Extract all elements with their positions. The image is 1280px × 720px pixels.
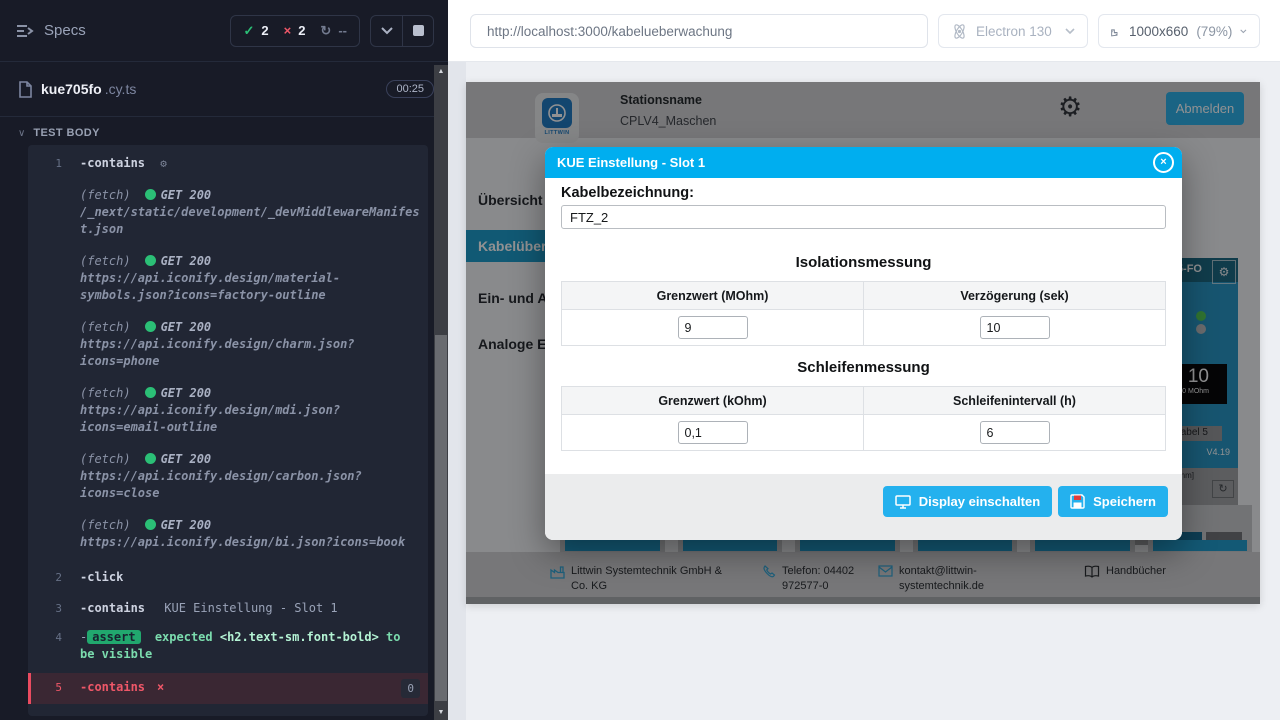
status-dot-icon xyxy=(145,255,156,266)
command-row-assert[interactable]: 4 -assert expected <h2.text-sm.font-bold… xyxy=(28,627,428,665)
pass-check-icon: ✓ xyxy=(243,23,254,39)
assert-badge: assert xyxy=(87,630,140,644)
pending-refresh-icon: ↻ xyxy=(320,23,331,39)
fetch-log-row[interactable]: (fetch)GET 200 https://api.iconify.desig… xyxy=(28,306,428,372)
contains-message: KUE Einstellung - Slot 1 xyxy=(164,601,337,615)
retry-count-badge: 0 xyxy=(401,679,420,698)
cable-designation-input[interactable] xyxy=(561,205,1166,229)
spec-file-icon xyxy=(18,81,32,98)
collapse-reporter-button[interactable] xyxy=(371,16,402,46)
modal-footer: Display einschalten Speichern xyxy=(545,474,1182,540)
spec-extension: .cy.ts xyxy=(105,81,137,97)
status-dot-icon xyxy=(145,189,156,200)
browser-toolbar: Electron 130 1000x660 (79%) xyxy=(448,0,1280,62)
viewport-size: 1000x660 xyxy=(1129,24,1188,39)
viewport-size-select[interactable]: 1000x660 (79%) xyxy=(1098,14,1260,48)
fetch-log-row[interactable]: (fetch)GET 200 https://api.iconify.desig… xyxy=(28,372,428,438)
test-stats: ✓ 2 × 2 ↻ -- xyxy=(230,15,360,47)
runner-controls xyxy=(370,15,434,47)
save-button[interactable]: Speichern xyxy=(1058,486,1168,517)
status-dot-icon xyxy=(145,321,156,332)
fail-cross-icon: × xyxy=(284,23,292,38)
status-dot-icon xyxy=(145,519,156,530)
failed-count: × 2 xyxy=(284,23,306,38)
fetch-log-row[interactable]: (fetch)GET 200 https://api.iconify.desig… xyxy=(28,438,428,504)
passed-count: ✓ 2 xyxy=(243,23,268,39)
scrollbar-thumb[interactable] xyxy=(435,335,447,701)
display-on-button[interactable]: Display einschalten xyxy=(883,486,1052,517)
screen: Specs ✓ 2 × 2 ↻ -- xyxy=(0,0,1280,720)
browser-select[interactable]: Electron 130 xyxy=(938,14,1088,48)
chevron-down-icon xyxy=(1240,28,1247,35)
kue-settings-modal: KUE Einstellung - Slot 1 × Kabelbezeichn… xyxy=(545,147,1182,540)
modal-title: KUE Einstellung - Slot 1 xyxy=(545,147,1182,178)
command-row-contains-failed[interactable]: 5 -contains × 0 xyxy=(28,673,428,704)
app-viewport: LITTWIN Stationsname CPLV4_Maschen ⚙ Abm… xyxy=(466,82,1260,604)
test-body-section-toggle[interactable]: ∨ TEST BODY xyxy=(0,117,448,145)
fetch-url: https://api.iconify.design/carbon.json?i… xyxy=(80,468,420,502)
specs-list-icon xyxy=(16,23,35,39)
loop-table: Grenzwert (kOhm) Schleifenintervall (h) xyxy=(561,386,1166,451)
section-chevron-icon: ∨ xyxy=(18,128,25,139)
modal-body: Kabelbezeichnung: Isolationsmessung Gren… xyxy=(545,178,1182,451)
reporter-scrollbar[interactable]: ▲ ▼ xyxy=(434,65,448,720)
fetch-url: https://api.iconify.design/mdi.json?icon… xyxy=(80,402,420,436)
electron-icon xyxy=(951,23,968,40)
specs-menu-button[interactable]: Specs xyxy=(16,22,86,39)
command-log: 1 -contains ⚙ (fetch)GET 200 /_next/stat… xyxy=(28,145,428,716)
panel-resizer[interactable] xyxy=(448,62,466,720)
loop-section-heading: Schleifenmessung xyxy=(561,359,1166,376)
loop-interval-input[interactable] xyxy=(980,421,1050,444)
isolation-section-heading: Isolationsmessung xyxy=(561,254,1166,271)
pending-count: ↻ -- xyxy=(320,23,347,39)
save-floppy-icon xyxy=(1070,494,1085,509)
fetch-log-row[interactable]: (fetch)GET 200 https://api.iconify.desig… xyxy=(28,504,428,553)
iso-limit-header: Grenzwert (MOhm) xyxy=(562,282,864,310)
iso-limit-input[interactable] xyxy=(678,316,748,339)
cypress-reporter: Specs ✓ 2 × 2 ↻ -- xyxy=(0,0,448,720)
loop-limit-header: Grenzwert (kOhm) xyxy=(562,387,864,415)
fetch-url: https://api.iconify.design/charm.json?ic… xyxy=(80,336,420,370)
spec-file-row[interactable]: kue705fo .cy.ts 00:25 xyxy=(0,62,448,117)
fail-x-icon: × xyxy=(157,679,164,698)
stop-tests-button[interactable] xyxy=(402,16,433,46)
specs-label: Specs xyxy=(44,22,86,39)
command-row-contains-3[interactable]: 3 -contains KUE Einstellung - Slot 1 xyxy=(28,598,428,619)
monitor-icon xyxy=(895,495,911,509)
viewport-zoom: (79%) xyxy=(1196,24,1232,39)
loop-interval-header: Schleifenintervall (h) xyxy=(864,387,1166,415)
fetch-url: https://api.iconify.design/material-symb… xyxy=(80,270,420,304)
url-input[interactable] xyxy=(470,14,928,48)
fetch-log-row[interactable]: (fetch)GET 200 /_next/static/development… xyxy=(28,174,428,240)
chevron-down-icon xyxy=(1065,28,1075,35)
spec-name: kue705fo xyxy=(41,81,102,97)
reporter-header: Specs ✓ 2 × 2 ↻ -- xyxy=(0,0,448,62)
loop-limit-input[interactable] xyxy=(678,421,748,444)
scroll-up-icon[interactable]: ▲ xyxy=(434,65,448,79)
spec-duration-badge: 00:25 xyxy=(386,80,434,98)
command-row-click[interactable]: 2 -click xyxy=(28,567,428,588)
scroll-down-icon[interactable]: ▼ xyxy=(434,706,448,720)
ruler-icon xyxy=(1111,24,1121,39)
close-icon[interactable]: × xyxy=(1153,152,1174,173)
status-dot-icon xyxy=(145,453,156,464)
iso-delay-input[interactable] xyxy=(980,316,1050,339)
browser-name: Electron 130 xyxy=(976,24,1052,39)
assert-selector: <h2.text-sm.font-bold> xyxy=(220,630,379,644)
fetch-url: /_next/static/development/_devMiddleware… xyxy=(80,204,420,238)
fetch-url: https://api.iconify.design/bi.json?icons… xyxy=(80,534,420,551)
chevron-down-icon xyxy=(381,27,393,35)
modal-header: KUE Einstellung - Slot 1 × xyxy=(545,147,1182,178)
status-dot-icon xyxy=(145,387,156,398)
stop-icon xyxy=(413,25,424,36)
command-gear-icon: ⚙ xyxy=(160,157,167,170)
cable-designation-label: Kabelbezeichnung: xyxy=(561,185,1166,201)
isolation-table: Grenzwert (MOhm) Verzögerung (sek) xyxy=(561,281,1166,346)
iso-delay-header: Verzögerung (sek) xyxy=(864,282,1166,310)
fetch-log-row[interactable]: (fetch)GET 200 https://api.iconify.desig… xyxy=(28,240,428,306)
command-row-contains-1[interactable]: 1 -contains ⚙ xyxy=(28,153,428,174)
section-label: TEST BODY xyxy=(33,127,100,139)
